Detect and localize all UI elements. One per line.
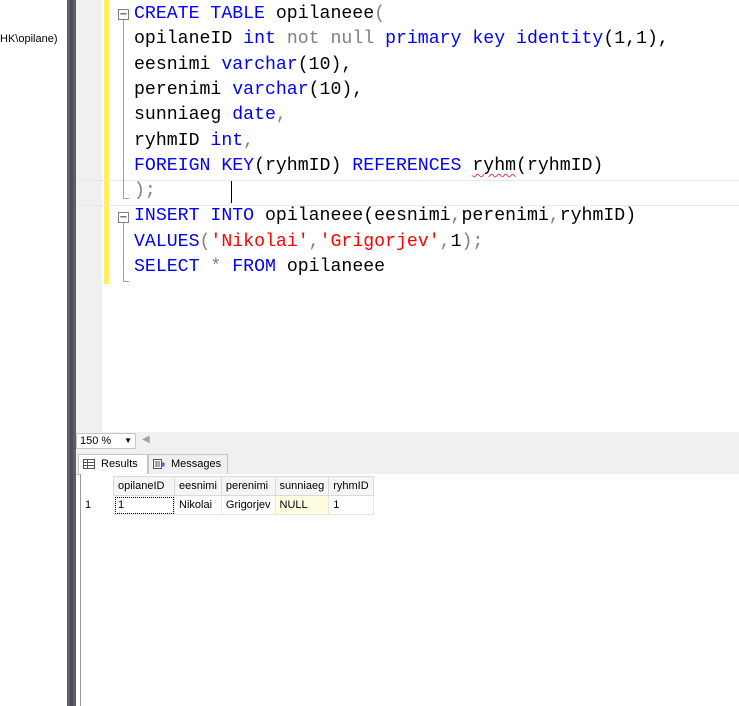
code-line: opilaneID int not null primary key ident… (134, 27, 669, 52)
code-line: ); (134, 179, 156, 204)
code-token: , (450, 206, 462, 227)
code-line: INSERT INTO opilaneee(eesnimi,perenimi,r… (134, 204, 636, 229)
table-cell[interactable]: NULL (274, 495, 330, 515)
code-token: (eesnimi (363, 206, 451, 227)
zoom-value: 150 % (80, 435, 112, 447)
code-token: , (548, 206, 560, 227)
text-caret (231, 181, 232, 203)
code-token: (ryhmID) (254, 155, 353, 176)
code-token: opilaneee (286, 257, 386, 277)
code-token: CREATE TABLE (134, 4, 276, 24)
code-token: FROM (232, 257, 287, 277)
panel-splitter[interactable] (67, 0, 76, 706)
code-token: SELECT (134, 257, 211, 277)
table-cell[interactable]: Grigorjev (220, 495, 276, 515)
messages-icon (153, 459, 165, 469)
table-cell[interactable]: 1 (328, 495, 374, 515)
code-token: (1,1), (603, 29, 669, 50)
fold-guide-end (123, 198, 129, 199)
column-header[interactable]: perenimi (220, 476, 276, 496)
code-token: int (243, 29, 287, 50)
code-line: sunniaeg date, (134, 103, 287, 128)
code-token: ryhm (472, 155, 517, 176)
code-token: , (439, 231, 451, 252)
code-token: opilaneID (134, 29, 244, 50)
code-token: perenimi (134, 79, 233, 100)
results-grid[interactable]: opilaneID eesnimi perenimi sunniaeg ryhm… (80, 474, 739, 706)
tab-results[interactable]: Results (78, 454, 148, 474)
code-token: not null (286, 29, 386, 50)
results-header-row: opilaneID eesnimi perenimi sunniaeg ryhm… (81, 476, 374, 496)
current-line-border-top (76, 180, 739, 181)
code-token: , (243, 130, 255, 151)
fold-guide-line (123, 223, 124, 281)
code-token: REFERENCES (352, 155, 473, 176)
tab-results-label: Results (101, 458, 138, 470)
row-number[interactable]: 1 (81, 495, 114, 515)
collapse-icon[interactable]: − (118, 9, 129, 20)
code-token: int (210, 130, 244, 151)
zoom-select[interactable]: 150 % ▼ (76, 433, 136, 449)
table-cell[interactable]: 1 (113, 495, 175, 515)
code-token: perenimi (461, 206, 549, 227)
code-token: ryhmID (134, 130, 211, 151)
code-line: ryhmID int, (134, 129, 254, 154)
code-token: VALUES (134, 231, 200, 252)
code-token: 'Grigorjev' (319, 231, 440, 252)
results-tab-strip: Results Messages (76, 449, 739, 475)
code-line: SELECT * FROM opilaneee (134, 255, 385, 280)
code-token: opilaneee (264, 206, 364, 227)
fold-guide-end (123, 281, 129, 282)
scroll-left-icon[interactable]: ◀ (142, 434, 150, 445)
row-number-header[interactable] (81, 476, 114, 496)
column-header[interactable]: ryhmID (328, 476, 374, 496)
query-editor[interactable]: − − CREATE TABLE opilaneee(opilaneID int… (76, 0, 739, 432)
code-token: FOREIGN KEY (134, 155, 255, 176)
code-token: ); (461, 231, 484, 252)
splitter-grip (70, 0, 73, 706)
code-token: eesnimi (134, 54, 222, 75)
table-cell[interactable]: Nikolai (174, 495, 222, 515)
change-marker-bar (104, 0, 109, 284)
code-token: ryhmID) (559, 206, 637, 227)
code-token: (10), (297, 54, 353, 75)
grid-icon (83, 459, 95, 469)
code-token: date (232, 105, 276, 126)
code-line: FOREIGN KEY(ryhmID) REFERENCES ryhm(ryhm… (134, 154, 603, 179)
code-token: 1 (450, 231, 462, 252)
column-header[interactable]: sunniaeg (274, 476, 330, 496)
tab-messages[interactable]: Messages (148, 454, 228, 474)
code-token: ( (374, 4, 386, 24)
zoom-bar: 150 % ▼ ◀ (76, 432, 739, 449)
fold-guide-line (123, 20, 124, 198)
code-token: (10), (308, 79, 364, 100)
code-token: ); (134, 181, 156, 202)
code-token: * (210, 257, 233, 277)
collapse-icon[interactable]: − (118, 212, 129, 223)
connection-node[interactable]: HK\opilane) (0, 33, 57, 45)
column-header[interactable]: opilaneID (113, 476, 175, 496)
editor-gutter (76, 0, 102, 432)
code-token: primary key identity (385, 29, 604, 50)
code-line: perenimi varchar(10), (134, 78, 363, 103)
code-token: opilaneee (275, 4, 375, 24)
code-token: (ryhmID) (516, 155, 604, 176)
code-token: sunniaeg (134, 105, 233, 126)
object-explorer-panel: HK\opilane) (0, 0, 68, 706)
code-line: CREATE TABLE opilaneee( (134, 2, 385, 27)
code-token: , (275, 105, 287, 126)
column-header[interactable]: eesnimi (174, 476, 222, 496)
code-token: 'Nikolai' (210, 231, 309, 252)
chevron-down-icon: ▼ (124, 436, 132, 445)
code-line: eesnimi varchar(10), (134, 53, 352, 78)
results-table: opilaneID eesnimi perenimi sunniaeg ryhm… (81, 476, 374, 515)
table-row[interactable]: 1 1 Nikolai Grigorjev NULL 1 (81, 495, 374, 515)
code-line: VALUES('Nikolai','Grigorjev',1); (134, 230, 483, 255)
code-token: INSERT INTO (134, 206, 265, 227)
code-token: ( (199, 231, 211, 252)
code-token: , (308, 231, 320, 252)
code-token: varchar (232, 79, 309, 100)
code-token: varchar (221, 54, 298, 75)
tab-messages-label: Messages (171, 458, 222, 470)
